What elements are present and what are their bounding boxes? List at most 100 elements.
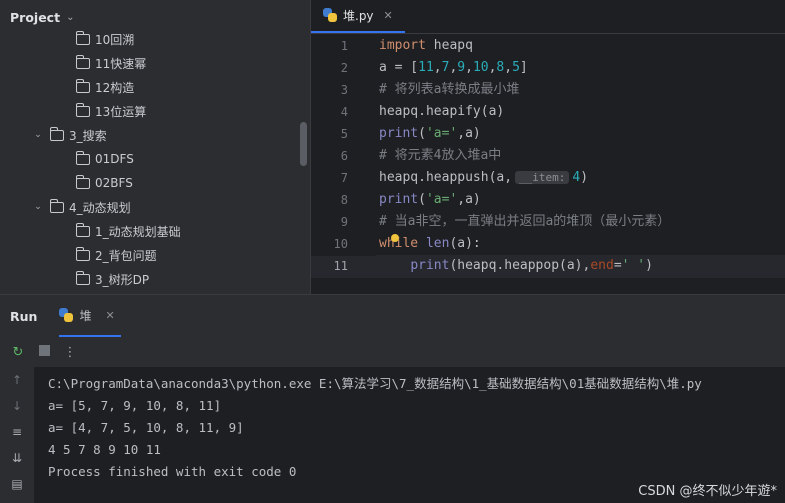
- tree-item-label: 02BFS: [95, 176, 133, 190]
- code-line[interactable]: heapq.heappush(a, __item: 4): [376, 167, 785, 189]
- code-line[interactable]: # 当a非空，一直弹出并返回a的堆顶（最小元素）: [376, 211, 785, 233]
- code-line[interactable]: import heapq: [376, 35, 785, 57]
- code-token: end: [590, 258, 614, 273]
- code-line[interactable]: # 将元素4放入堆a中: [376, 145, 785, 167]
- tree-item[interactable]: 3_树形DP: [0, 267, 310, 291]
- line-number: 5: [340, 127, 348, 141]
- close-icon[interactable]: ✕: [105, 309, 114, 322]
- folder-icon: [75, 54, 90, 69]
- code-line[interactable]: # 将列表a转换成最小堆: [376, 79, 785, 101]
- tree-item[interactable]: 1_动态规划基础: [0, 219, 310, 243]
- more-options-icon[interactable]: ⋮: [62, 345, 78, 360]
- code-token: ,a): [457, 192, 481, 207]
- line-number-gutter: 1 2 3 4 5 6 7 8 9 10 11: [311, 35, 376, 277]
- code-token: (heapq.heappop(a),: [449, 258, 591, 273]
- close-icon[interactable]: ✕: [384, 9, 393, 22]
- code-token: # 将元素4放入堆a中: [379, 148, 502, 163]
- scroll-to-end-icon[interactable]: ⇊: [0, 445, 34, 471]
- watermark: CSDN @终不似少年遊*: [638, 484, 777, 499]
- chevron-down-icon[interactable]: ⌄: [66, 12, 74, 23]
- run-header: Run 堆 ✕: [0, 295, 785, 337]
- line-number: 11: [333, 259, 348, 273]
- folder-icon: [75, 174, 90, 189]
- console-line: a= [5, 7, 9, 10, 8, 11]: [48, 398, 222, 413]
- python-file-icon: [59, 308, 74, 322]
- editor-tab-bar: 堆.py ✕: [311, 0, 785, 34]
- tree-item[interactable]: 13位运算: [0, 99, 310, 123]
- tree-item[interactable]: ⌄ 4_动态规划: [0, 195, 310, 219]
- tree-item[interactable]: 11快速幂: [0, 51, 310, 75]
- tree-item[interactable]: 12构造: [0, 75, 310, 99]
- chevron-down-icon[interactable]: ⌄: [32, 202, 44, 212]
- code-line[interactable]: while len(a):: [376, 233, 785, 255]
- tree-item-label: 11快速幂: [95, 56, 147, 71]
- run-panel: Run 堆 ✕ ↻ ⋮ ↑ ↓ ≡ ⇊ ▤ C:\ProgramData\ana…: [0, 294, 785, 503]
- run-toolbar: ↻ ⋮: [0, 337, 785, 367]
- python-file-icon: [323, 8, 337, 22]
- code-line[interactable]: a = [11,7,9,10,8,5]: [376, 57, 785, 79]
- tree-item[interactable]: 2_背包问题: [0, 243, 310, 267]
- code-token: (: [418, 126, 426, 141]
- console-line: a= [4, 7, 5, 10, 8, 11, 9]: [48, 420, 244, 435]
- tree-item-label: 2_背包问题: [95, 248, 157, 263]
- print-icon[interactable]: ▤: [0, 471, 34, 497]
- line-number: 6: [340, 149, 348, 163]
- code-token: =: [613, 258, 622, 273]
- line-number: 8: [340, 193, 348, 207]
- project-panel: Project ⌄ 10回溯 11快速幂 12构造 13位运算 ⌄ 3_搜索 01DFS 02…: [0, 0, 310, 294]
- run-tab-heap[interactable]: 堆 ✕: [59, 295, 121, 337]
- tree-item-label: 1_动态规划基础: [95, 224, 181, 239]
- tree-item[interactable]: 02BFS: [0, 171, 310, 195]
- folder-icon: [75, 222, 90, 237]
- chevron-down-icon[interactable]: ⌄: [32, 130, 44, 140]
- folder-icon: [75, 78, 90, 93]
- run-sidebar: ↑ ↓ ≡ ⇊ ▤: [0, 367, 34, 503]
- tree-item[interactable]: 10回溯: [0, 27, 310, 51]
- folder-icon: [75, 102, 90, 117]
- line-number: 4: [340, 105, 348, 119]
- line-number: 2: [340, 61, 348, 75]
- tree-item-label: 3_搜索: [69, 128, 107, 143]
- stop-icon[interactable]: [36, 344, 52, 360]
- console-line: C:\ProgramData\anaconda3\python.exe E:\算…: [48, 376, 702, 391]
- project-scrollbar[interactable]: [300, 122, 307, 166]
- code-token: 5: [512, 60, 520, 75]
- code-token: (: [418, 192, 426, 207]
- code-area[interactable]: import heapq a = [11,7,9,10,8,5] # 将列表a转换成…: [376, 35, 785, 277]
- arrow-up-icon[interactable]: ↑: [0, 367, 34, 393]
- code-token: print: [410, 258, 450, 273]
- run-title: Run: [10, 308, 38, 324]
- console-line: 4 5 7 8 9 10 11: [48, 442, 161, 457]
- folder-icon: [49, 126, 64, 141]
- tree-item-label: 10回溯: [95, 32, 135, 47]
- code-line[interactable]: print('a=',a): [376, 123, 785, 145]
- editor-tab-heap-py[interactable]: 堆.py ✕: [311, 0, 405, 33]
- folder-icon: [75, 30, 90, 45]
- folder-icon: [75, 270, 90, 285]
- soft-wrap-icon[interactable]: ≡: [0, 419, 34, 445]
- console-output[interactable]: C:\ProgramData\anaconda3\python.exe E:\算…: [48, 373, 785, 483]
- folder-icon: [75, 246, 90, 261]
- tree-item-label: 13位运算: [95, 104, 147, 119]
- tree-item-label: 3_树形DP: [95, 272, 150, 287]
- rerun-icon[interactable]: ↻: [10, 345, 26, 360]
- code-token: ,: [433, 60, 442, 75]
- code-line[interactable]: print('a=',a): [376, 189, 785, 211]
- tree-item-label: 01DFS: [95, 152, 134, 166]
- code-token: ]: [519, 60, 528, 75]
- tree-item[interactable]: 01DFS: [0, 147, 310, 171]
- tree-item-label: 4_动态规划: [69, 200, 131, 215]
- code-line[interactable]: heapq.heapify(a): [376, 101, 785, 123]
- project-tree: 10回溯 11快速幂 12构造 13位运算 ⌄ 3_搜索 01DFS 02BFS ⌄ 4_动态规划…: [0, 27, 310, 291]
- arrow-down-icon[interactable]: ↓: [0, 393, 34, 419]
- tree-item[interactable]: ⌄ 3_搜索: [0, 123, 310, 147]
- code-token: # 将列表a转换成最小堆: [379, 82, 520, 97]
- lightbulb-icon[interactable]: [391, 234, 399, 242]
- code-editor[interactable]: 堆.py ✕ 1 2 3 4 5 6 7 8 9 10 11 import heapq a = [11…: [310, 0, 785, 294]
- run-tab-label: 堆: [79, 308, 92, 323]
- code-line[interactable]: print(heapq.heappop(a),end=' '): [376, 255, 785, 277]
- code-token: 9: [457, 60, 466, 75]
- code-token: print: [379, 126, 419, 141]
- code-token: ): [645, 258, 653, 273]
